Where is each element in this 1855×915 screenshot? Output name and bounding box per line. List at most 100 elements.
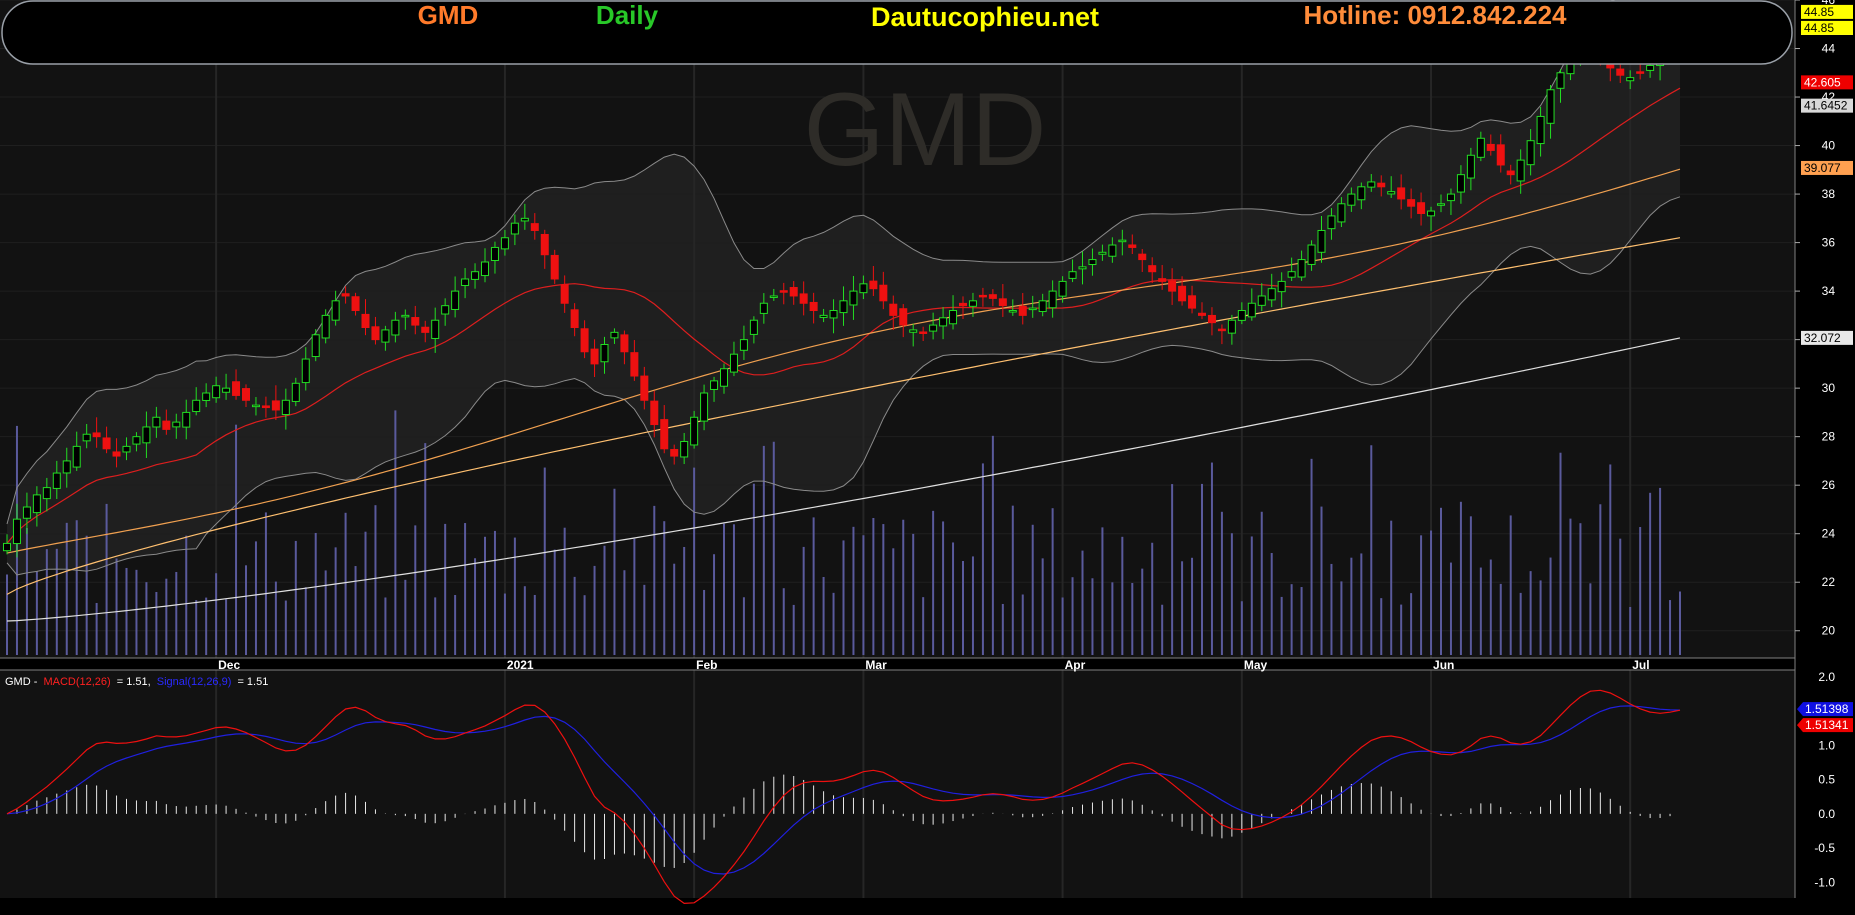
volume-bar — [1061, 597, 1064, 655]
volume-bar — [872, 517, 875, 655]
volume-bar — [1320, 506, 1323, 655]
candle-body — [182, 411, 191, 428]
candle-body — [1387, 191, 1396, 195]
volume-bar — [1519, 592, 1522, 655]
candle-body — [1058, 280, 1067, 297]
candle-body — [759, 302, 768, 314]
candle-body — [789, 287, 798, 297]
volume-bar — [215, 573, 218, 655]
volume-bar — [493, 530, 496, 655]
volume-bar — [1459, 501, 1462, 655]
volume-bar — [65, 522, 68, 655]
candle-body — [1427, 210, 1436, 217]
volume-bar — [1539, 580, 1542, 655]
candle-body — [1616, 68, 1625, 76]
volume-bar — [464, 523, 467, 655]
candle-body — [361, 313, 370, 329]
candle-body — [1008, 310, 1017, 313]
candle-body — [1267, 288, 1276, 301]
candle-body — [1188, 295, 1197, 309]
volume-bar — [1201, 483, 1203, 655]
month-separator — [1629, 0, 1632, 658]
x-tick-label: Apr — [1065, 658, 1086, 672]
candle-body — [500, 237, 509, 250]
volume-bar — [563, 527, 566, 655]
volume-bar — [1171, 484, 1174, 655]
volume-bar — [1151, 542, 1154, 655]
volume-bar — [613, 488, 616, 655]
candle-body — [1437, 203, 1445, 206]
volume-bar — [703, 589, 706, 655]
candle-body — [441, 305, 450, 315]
volume-bar — [971, 556, 974, 655]
candle-body — [1287, 271, 1296, 278]
macd-tag: 1.51398 — [1805, 702, 1849, 716]
candle-body — [251, 404, 260, 408]
candle-body — [809, 301, 818, 312]
volume-bar — [1240, 601, 1243, 655]
volume-bar — [1559, 452, 1562, 655]
candle-body — [1407, 199, 1416, 207]
volume-bar — [683, 546, 686, 655]
candle-body — [1327, 215, 1336, 230]
volume-bar — [1549, 557, 1552, 655]
volume-bar — [981, 463, 984, 655]
volume-bar — [1589, 583, 1592, 655]
candle-body — [1337, 203, 1346, 223]
volume-bar — [752, 483, 755, 655]
volume-bar — [125, 567, 128, 655]
candle-body — [1227, 319, 1236, 334]
candle-body — [700, 392, 709, 422]
candle-body — [1148, 265, 1157, 273]
x-tick-label: May — [1244, 658, 1268, 672]
volume-bar — [802, 546, 805, 655]
macd-tick-label: -1.0 — [1814, 875, 1835, 889]
volume-bar — [952, 542, 955, 655]
volume-bar — [762, 445, 765, 655]
candle-body — [620, 334, 629, 353]
candle-body — [142, 426, 151, 444]
price-tag: 39.077 — [1804, 161, 1841, 175]
macd-tick-label: 0.5 — [1818, 773, 1835, 787]
candle-body — [959, 302, 967, 307]
candle-body — [1068, 271, 1077, 279]
candle-body — [62, 460, 71, 474]
volume-bar — [1649, 492, 1652, 655]
candle-body — [490, 246, 499, 262]
volume-bar — [105, 503, 108, 655]
volume-bar — [434, 597, 437, 655]
x-tick-label: Jul — [1632, 658, 1649, 672]
volume-bar — [912, 533, 915, 655]
candle-body — [1277, 280, 1286, 293]
volume-bar — [732, 524, 735, 655]
candle-body — [321, 314, 330, 339]
chart-canvas: GMD 46444240383634323028262422202.01.51.… — [0, 0, 1855, 910]
volume-bar — [6, 574, 8, 655]
volume-bar — [1210, 462, 1213, 655]
candle-body — [1357, 186, 1366, 201]
volume-bar — [1131, 582, 1134, 655]
volume-bar — [1191, 557, 1194, 655]
candle-body — [1078, 266, 1087, 270]
candle-body — [1178, 285, 1187, 302]
candle-body — [988, 294, 997, 299]
volume-bar — [254, 541, 257, 655]
candle-body — [1546, 89, 1555, 124]
candle-body — [102, 437, 111, 450]
volume-bar — [1639, 527, 1642, 655]
candle-body — [1118, 239, 1127, 243]
volume-bar — [1270, 553, 1273, 655]
candle-body — [192, 399, 201, 413]
candle-body — [172, 421, 181, 428]
x-tick-label: Feb — [696, 658, 717, 672]
candle-body — [650, 400, 659, 426]
volume-bar — [155, 591, 158, 655]
candle-body — [749, 319, 758, 335]
volume-bar — [364, 531, 367, 655]
volume-bar — [832, 592, 835, 655]
macd-legend: GMD - MACD(12,26) = 1.51, Signal(12,26,9… — [5, 676, 268, 688]
candle-body — [640, 375, 649, 401]
candle-body — [222, 387, 231, 393]
macd-legend-signal-value: = 1.51 — [237, 676, 268, 688]
candle-body — [839, 300, 848, 314]
